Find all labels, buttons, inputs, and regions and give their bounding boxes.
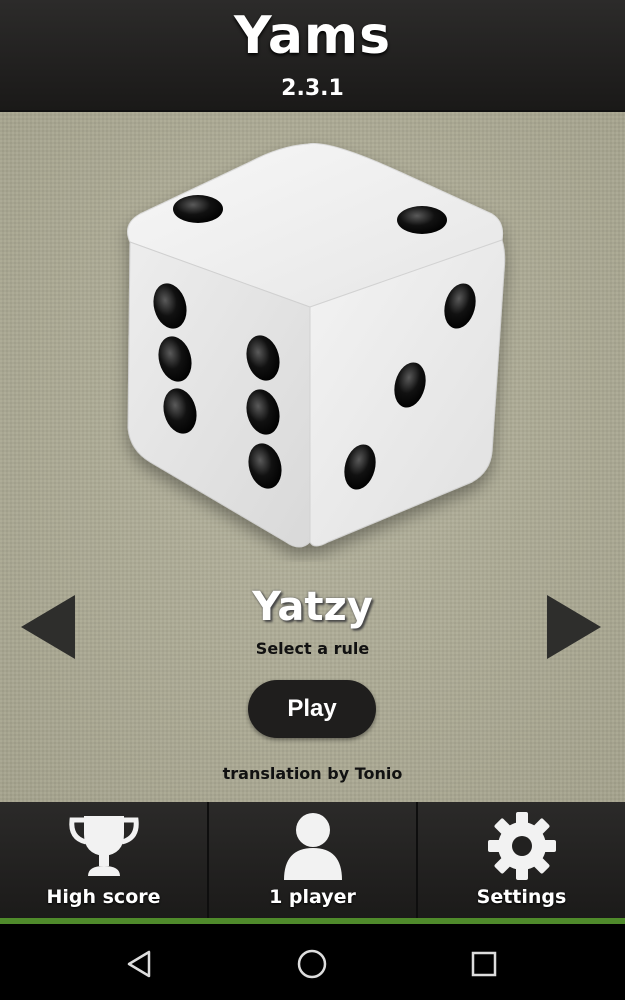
rule-name: Yatzy (252, 584, 373, 630)
app-version: 2.3.1 (281, 76, 344, 101)
system-nav-bar (0, 924, 625, 1000)
app-header: Yams 2.3.1 (0, 0, 625, 112)
play-button[interactable]: Play (248, 680, 376, 738)
gear-icon (418, 810, 625, 882)
rule-hint: Select a rule (255, 639, 370, 658)
person-icon (209, 810, 416, 882)
tab-settings[interactable]: Settings (418, 802, 625, 920)
tab-1-player[interactable]: 1 player (209, 802, 418, 920)
tab-label: Settings (476, 886, 567, 908)
back-icon[interactable] (120, 944, 160, 984)
main-area: Yatzy Select a rule Play translation by … (0, 112, 625, 802)
bottom-tab-bar: High score 1 player Settings (0, 802, 625, 920)
recents-icon[interactable] (464, 944, 504, 984)
translation-credit: translation by Tonio (222, 764, 403, 783)
home-icon[interactable] (292, 944, 332, 984)
trophy-icon (0, 810, 207, 882)
dice-image (127, 143, 506, 548)
tab-label: 1 player (269, 886, 356, 908)
app-title: Yams (233, 6, 392, 66)
tab-label: High score (46, 886, 161, 908)
tab-high-score[interactable]: High score (0, 802, 209, 920)
